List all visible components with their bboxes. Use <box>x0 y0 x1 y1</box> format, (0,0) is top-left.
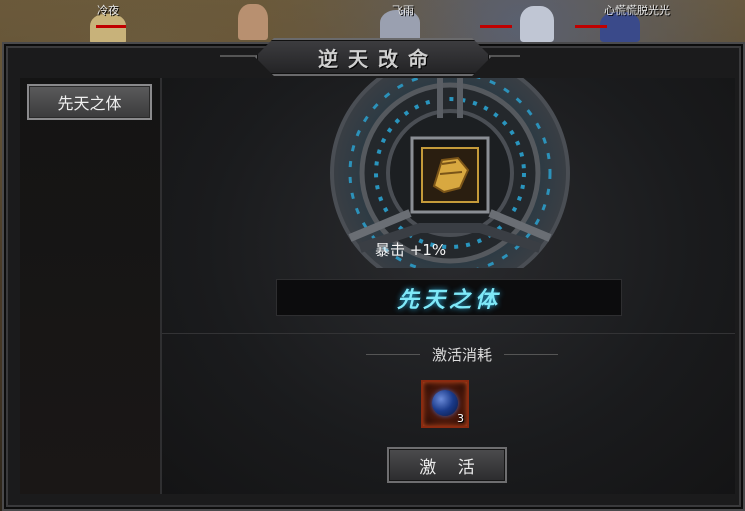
health-bar <box>575 25 607 28</box>
blue-orb-icon <box>432 390 458 416</box>
player-sprite <box>90 14 126 44</box>
rune-wheel <box>330 53 570 293</box>
health-bar <box>480 25 512 28</box>
activate-button[interactable]: 激 活 <box>387 447 507 483</box>
player-name[interactable]: 飞雨 <box>392 2 414 18</box>
talent-name-bar: 先天之体 <box>276 279 622 316</box>
cost-header: 激活消耗 <box>352 344 572 364</box>
window-title: 逆天改命 <box>318 46 438 71</box>
item-count: 3 <box>457 412 464 425</box>
cost-item-slot[interactable]: 3 <box>421 380 469 428</box>
player-name[interactable]: 冷夜 <box>97 2 119 18</box>
player-sprite <box>238 4 268 40</box>
talent-name: 先天之体 <box>396 286 501 313</box>
player-sprite <box>520 6 554 42</box>
stat-bonus: 暴击 +1% <box>375 241 447 259</box>
player-name[interactable]: 心慌慌脱光光 <box>604 2 670 18</box>
rune-wheel-icon <box>330 53 570 293</box>
ornament-line-right <box>504 353 558 355</box>
talent-panel: 暴击 +1% 先天之体 激活消耗 3 激 活 <box>162 53 735 494</box>
window-title-plate: 逆天改命 <box>255 38 491 76</box>
health-bar <box>96 25 126 28</box>
sidebar: 先天之体 <box>20 78 162 494</box>
divider <box>162 333 735 334</box>
sidebar-item-innate-body[interactable]: 先天之体 <box>27 84 152 120</box>
ornament-line-left <box>365 353 420 355</box>
cost-label: 激活消耗 <box>431 345 492 364</box>
